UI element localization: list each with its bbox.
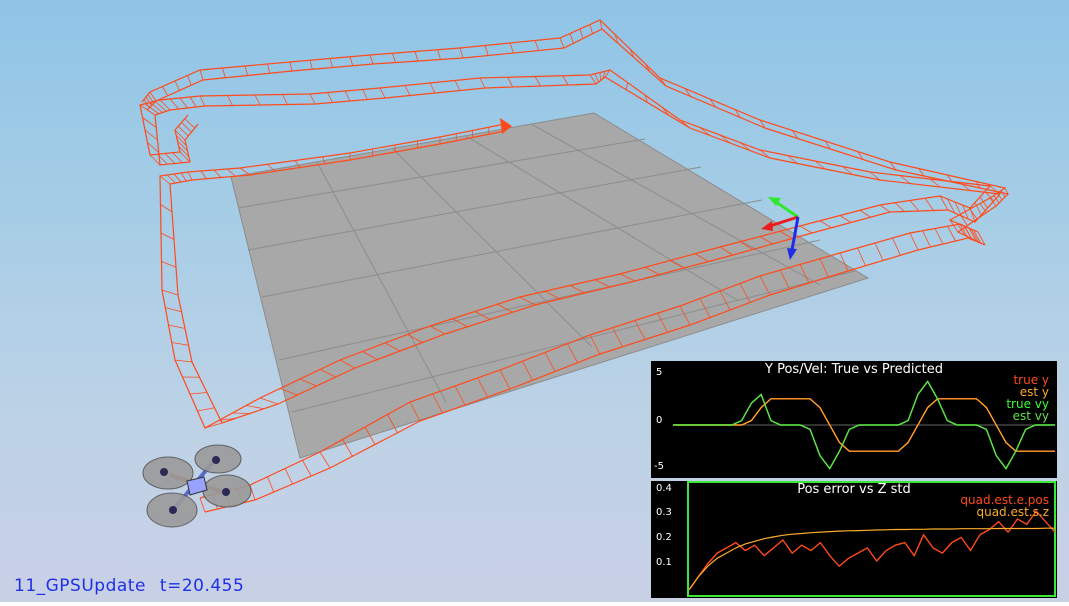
series-quad-est-e-pos: [689, 511, 1055, 590]
quadcopter-icon: [143, 445, 251, 527]
3d-viewport[interactable]: Y Pos/Vel: True vs Predicted 5 0 -5 true…: [0, 0, 1069, 602]
series-quad-est-s-z: [689, 528, 1055, 590]
scenario-name: 11_GPSUpdate: [14, 576, 146, 596]
legend-z-std: quad.est.s.z: [976, 505, 1049, 519]
pos-error-plot[interactable]: Pos error vs Z std 0.4 0.3 0.2 0.1 quad.…: [651, 481, 1057, 598]
plot1-area: [651, 361, 1057, 478]
status-bar: 11_GPSUpdate t=20.455: [14, 576, 258, 596]
y-tick-label: 0.4: [656, 483, 672, 494]
y-tick-label: 0.2: [656, 532, 672, 543]
y-tick-label: 0.1: [656, 557, 672, 568]
sim-time: t=20.455: [160, 576, 244, 596]
y-pos-vel-plot[interactable]: Y Pos/Vel: True vs Predicted 5 0 -5 true…: [651, 361, 1057, 478]
y-tick-label: 0.3: [656, 507, 672, 518]
